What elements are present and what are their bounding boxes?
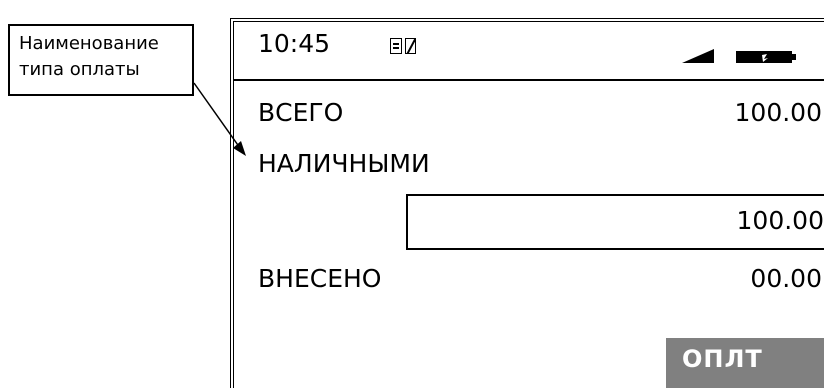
callout-line-1: Наименование bbox=[19, 33, 159, 54]
pay-softkey-label: ОПЛТ bbox=[682, 345, 763, 373]
pay-softkey-button[interactable]: ОПЛТ bbox=[666, 338, 824, 388]
fiscal-drive-icon bbox=[405, 38, 416, 54]
total-label: ВСЕГО bbox=[258, 98, 344, 127]
clock-time: 10:45 bbox=[258, 29, 331, 58]
callout-line-2: типа оплаты bbox=[19, 59, 140, 80]
battery-icon bbox=[736, 51, 796, 63]
device-screen: 10:45 ВСЕГО 100.00 НАЛИЧНЫМИ 100.00 ВНЕС… bbox=[230, 18, 824, 388]
amount-input[interactable]: 100.00 bbox=[406, 194, 824, 250]
status-bar: 10:45 bbox=[234, 22, 824, 81]
amount-input-value: 100.00 bbox=[736, 206, 824, 235]
signal-strength-icon bbox=[682, 49, 714, 63]
document-icon bbox=[390, 38, 402, 54]
deposited-label: ВНЕСЕНО bbox=[258, 264, 382, 293]
payment-type-label: НАЛИЧНЫМИ bbox=[258, 149, 430, 178]
deposited-value: 00.00 bbox=[750, 264, 822, 293]
callout-payment-type-name: Наименование типа оплаты bbox=[8, 24, 194, 96]
total-value: 100.00 bbox=[734, 98, 822, 127]
